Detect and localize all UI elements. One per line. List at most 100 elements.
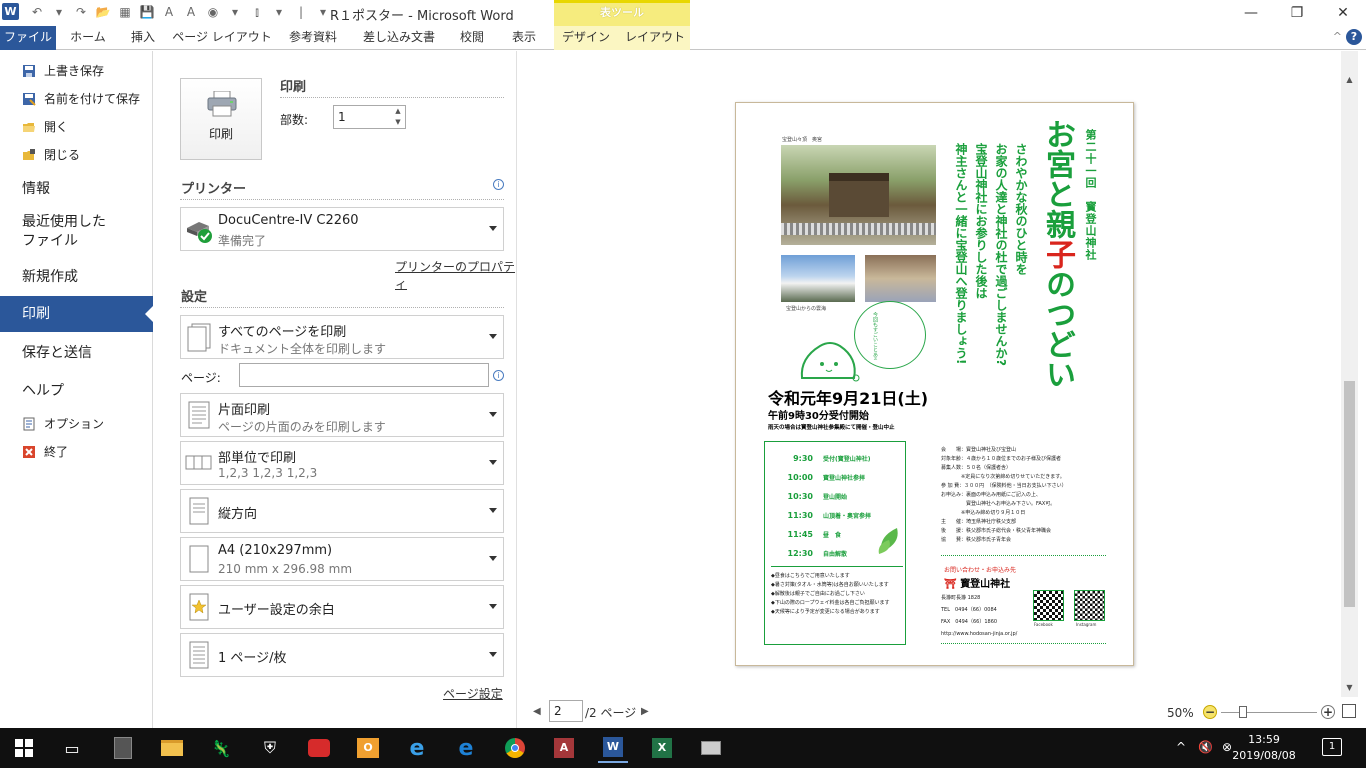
speaker-muted-icon[interactable]: 🔇 <box>1198 740 1213 754</box>
file-explorer-icon[interactable] <box>157 733 187 763</box>
notifications-icon[interactable]: 1 <box>1322 738 1342 756</box>
tab-review[interactable]: 校閲 <box>450 26 494 50</box>
tab-file[interactable]: ファイル <box>0 26 56 50</box>
scrollbar-thumb[interactable] <box>1344 381 1355 607</box>
close-button[interactable]: ✕ <box>1320 0 1366 26</box>
nav-recent-line1: 最近使用した <box>22 214 106 230</box>
snipping-tool-icon[interactable] <box>696 733 726 763</box>
zoom-percent[interactable]: 50% <box>1167 706 1194 720</box>
outlook-icon[interactable]: O <box>353 733 383 763</box>
nav-exit[interactable]: 終了 <box>0 440 153 464</box>
tab-table-layout[interactable]: レイアウト <box>622 26 688 50</box>
tab-table-design[interactable]: デザイン <box>556 26 616 50</box>
minimize-ribbon-icon[interactable]: ^ <box>1333 30 1342 43</box>
excel-icon[interactable]: X <box>647 733 677 763</box>
calculator-icon[interactable] <box>108 733 138 763</box>
chrome-icon[interactable] <box>500 733 530 763</box>
tray-expand-icon[interactable]: ^ <box>1176 740 1186 754</box>
nav-new[interactable]: 新規作成 <box>0 265 153 289</box>
tab-page-layout[interactable]: ページ レイアウト <box>172 26 272 50</box>
open-folder-icon[interactable]: 📂 <box>92 2 114 22</box>
pages-input[interactable] <box>239 363 489 387</box>
note-line: ◆解散後は親子でご自由にお過ごし下さい <box>771 591 865 597</box>
printer-dropdown[interactable]: DocuCentre-IV C2260 準備完了 <box>180 207 504 251</box>
tab-references[interactable]: 参考資料 <box>278 26 348 50</box>
tab-view[interactable]: 表示 <box>500 26 548 50</box>
shape-icon[interactable]: ◉ <box>202 2 224 22</box>
task-view-icon[interactable]: ▭ <box>57 733 87 763</box>
print-button[interactable]: 印刷 <box>180 78 262 160</box>
font-shrink-icon[interactable]: A <box>180 2 202 22</box>
save-icon[interactable]: 💾 <box>136 2 158 22</box>
redo-icon[interactable]: ↷ <box>70 2 92 22</box>
word-app-icon[interactable]: W <box>2 3 19 20</box>
system-clock[interactable]: 13:59 2019/08/08 <box>1232 732 1296 764</box>
access-icon[interactable]: A <box>549 733 579 763</box>
nav-close[interactable]: 閉じる <box>0 143 153 167</box>
contact-shrine: ⛩ 寳登山神社 <box>944 575 1010 590</box>
zoom-slider-track[interactable] <box>1221 712 1317 713</box>
nav-print[interactable]: 印刷 <box>0 296 154 332</box>
network-off-icon[interactable]: ⊗ <box>1222 740 1232 754</box>
pages-per-sheet-dropdown[interactable]: 1 ページ/枚 <box>180 633 504 677</box>
orientation-dropdown[interactable]: 縦方向 <box>180 489 504 533</box>
nav-open[interactable]: 開く <box>0 115 153 139</box>
copies-spinner[interactable]: ▲ ▼ <box>391 106 405 128</box>
sides-dropdown[interactable]: 片面印刷 ページの片面のみを印刷します <box>180 393 504 437</box>
zoom-out-icon[interactable]: − <box>1203 705 1217 719</box>
scroll-up-icon[interactable]: ▲ <box>1341 71 1358 88</box>
edge-icon[interactable]: e <box>451 733 481 763</box>
nav-save[interactable]: 上書き保存 <box>0 59 153 83</box>
previous-page-icon[interactable]: ◀ <box>533 706 541 717</box>
qat-separator: | <box>298 5 304 19</box>
table-icon[interactable]: ▦ <box>114 2 136 22</box>
next-page-icon[interactable]: ▶ <box>641 706 649 717</box>
page-number-input[interactable]: 2 <box>549 700 583 722</box>
tab-home[interactable]: ホーム <box>62 26 114 50</box>
internet-explorer-icon[interactable]: e <box>402 733 432 763</box>
minimize-button[interactable]: — <box>1228 0 1274 26</box>
copies-input[interactable]: 1 ▲ ▼ <box>333 105 406 129</box>
media-app-icon[interactable]: 🦎 <box>206 733 236 763</box>
zoom-slider-thumb[interactable] <box>1239 706 1247 718</box>
tab-insert[interactable]: 挿入 <box>120 26 166 50</box>
poster-headline: お宮と親子のつどい <box>1039 119 1075 389</box>
undo-icon[interactable]: ↶ <box>26 2 48 22</box>
print-range-dropdown[interactable]: すべてのページを印刷 ドキュメント全体を印刷します <box>180 315 504 359</box>
printer-properties-link[interactable]: プリンターのプロパティ <box>395 258 516 292</box>
nav-recent[interactable]: 最近使用した ファイル <box>0 213 153 251</box>
nav-save-as[interactable]: 名前を付けて保存 <box>0 87 153 111</box>
word-taskbar-icon[interactable]: W <box>598 733 628 763</box>
printer-info-icon[interactable]: i <box>493 179 504 190</box>
settings-heading: 設定 <box>181 290 208 305</box>
divider <box>941 643 1106 644</box>
zoom-to-page-icon[interactable] <box>1342 704 1356 718</box>
security-shield-icon[interactable]: ⛨ <box>255 733 285 763</box>
start-windows-icon[interactable] <box>9 733 39 763</box>
undo-dropdown-icon[interactable]: ▾ <box>48 2 70 22</box>
margins-dropdown[interactable]: ユーザー設定の余白 <box>180 585 504 629</box>
nav-save-send[interactable]: 保存と送信 <box>0 341 153 365</box>
align-dropdown-icon[interactable]: ▾ <box>268 2 290 22</box>
pages-info-icon[interactable]: i <box>493 370 504 381</box>
page-setup-link[interactable]: ページ設定 <box>443 685 503 702</box>
restore-button[interactable]: ❐ <box>1274 0 1320 26</box>
help-icon[interactable]: ? <box>1346 29 1362 45</box>
align-icon[interactable]: ⫾ <box>246 2 268 22</box>
shape-dropdown-icon[interactable]: ▾ <box>224 2 246 22</box>
tab-mailings[interactable]: 差し込み文書 <box>354 26 444 50</box>
printer-icon <box>207 91 237 117</box>
collate-dropdown[interactable]: 部単位で印刷 1,2,3 1,2,3 1,2,3 <box>180 441 504 485</box>
nav-help[interactable]: ヘルプ <box>0 379 153 403</box>
zoom-in-icon[interactable]: + <box>1321 705 1335 719</box>
scroll-down-icon[interactable]: ▼ <box>1341 679 1358 696</box>
print-settings-panel: 印刷 印刷 部数: 1 ▲ ▼ プリンター i DocuCentre-IV C22… <box>153 51 517 728</box>
preview-vertical-scrollbar[interactable]: ▲ ▼ <box>1341 51 1358 697</box>
pages-icon <box>187 323 211 352</box>
nav-options[interactable]: オプション <box>0 412 153 436</box>
schedule-box: 9:30 受付(寳登山神社) 10:00 寳登山神社参拝 10:30 登山開始 11:… <box>764 441 906 645</box>
font-grow-icon[interactable]: A <box>158 2 180 22</box>
game-app-icon[interactable] <box>304 733 334 763</box>
paper-size-dropdown[interactable]: A4 (210x297mm) 210 mm x 296.98 mm <box>180 537 504 581</box>
nav-info[interactable]: 情報 <box>0 177 153 201</box>
